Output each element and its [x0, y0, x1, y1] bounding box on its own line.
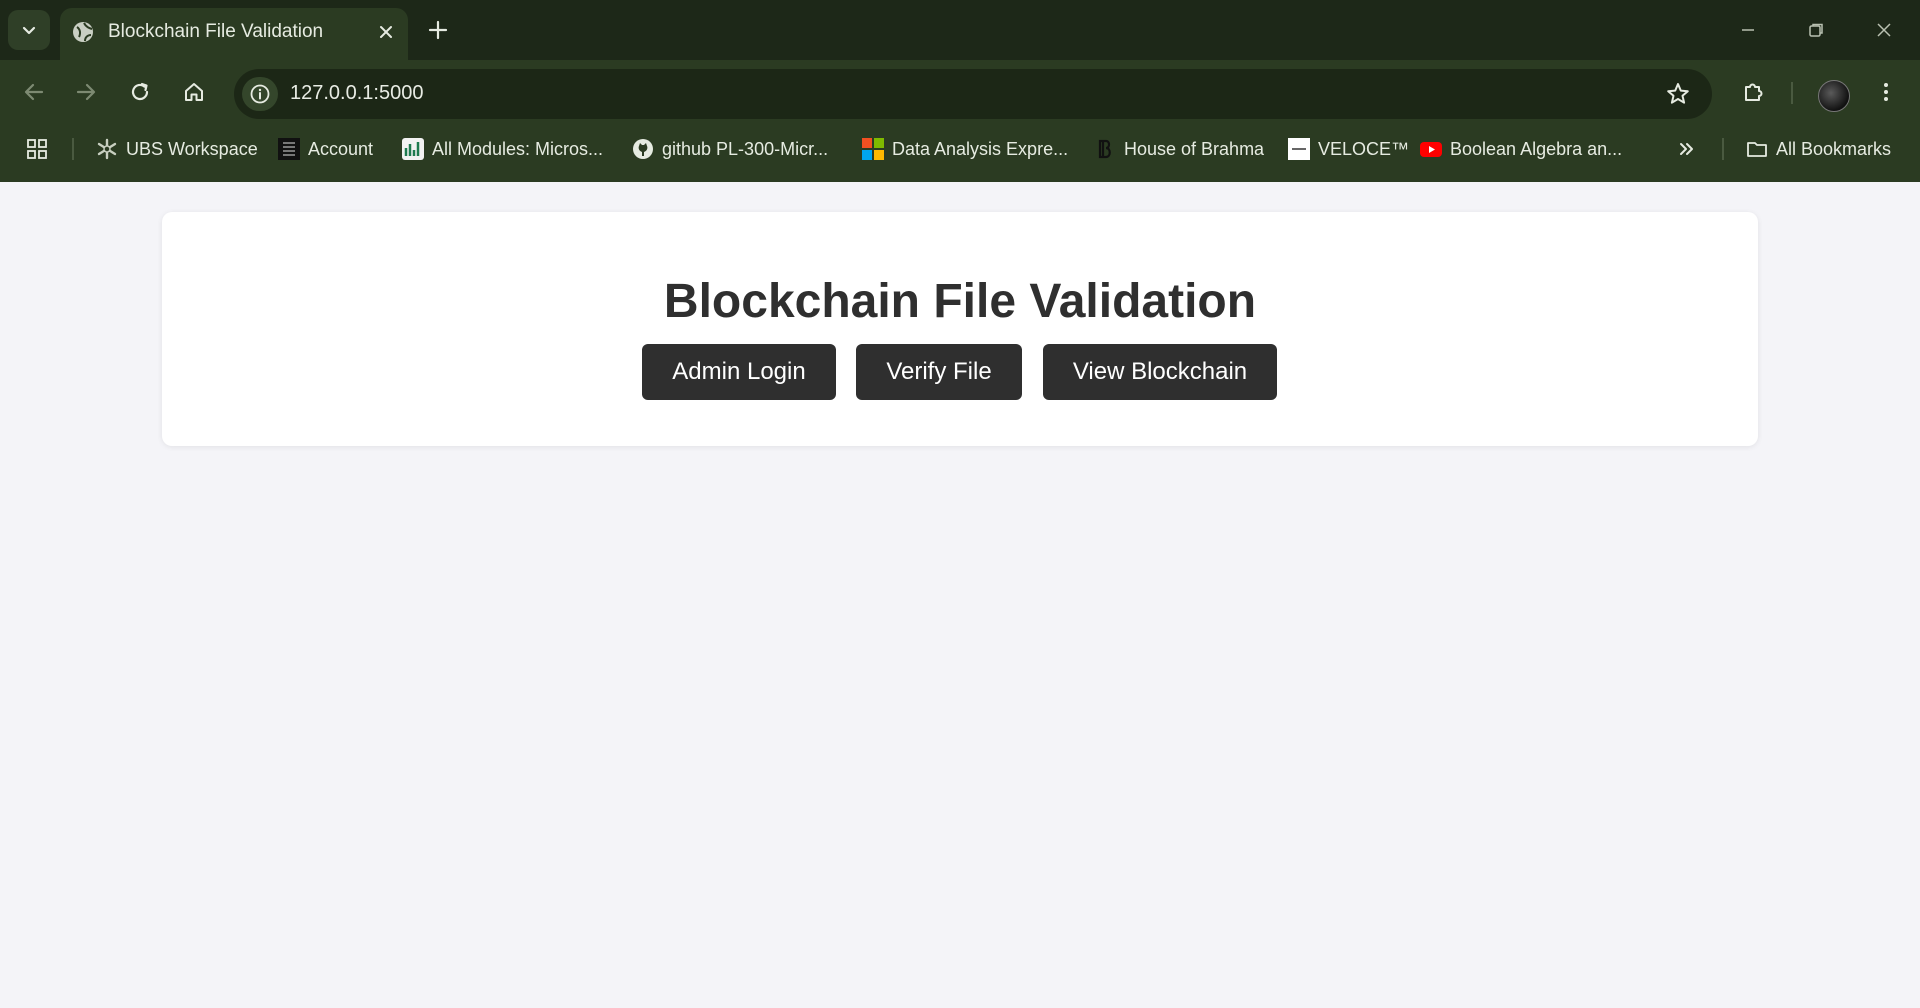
page-title: Blockchain File Validation: [663, 275, 1257, 328]
puzzle-icon: [1745, 83, 1763, 101]
house-of-bare-icon: [278, 138, 300, 160]
tab-title: Blockchain File Validation: [108, 21, 324, 42]
address-bar[interactable]: 127.0.0.1:5000: [234, 69, 1712, 119]
close-icon: [1877, 23, 1891, 37]
toolbar-divider: [1791, 82, 1793, 104]
view-blockchain-button[interactable]: View Blockchain: [1043, 344, 1277, 400]
bookmark-house-of-brahma[interactable]: House of Brahma: [1094, 134, 1264, 164]
active-tab[interactable]: Blockchain File Validation: [60, 8, 408, 60]
bookmark-boolean-algebra[interactable]: Boolean Algebra an...: [1420, 134, 1622, 164]
toolbar: 127.0.0.1:5000: [0, 60, 1920, 126]
arrow-left-icon: [24, 83, 44, 101]
home-button[interactable]: [176, 74, 212, 110]
minimize-icon: [1742, 29, 1754, 31]
arrow-right-icon: [76, 83, 96, 101]
new-tab-button[interactable]: [424, 16, 452, 44]
bookmark-veloce[interactable]: VELOCE™: [1288, 134, 1409, 164]
site-info-button[interactable]: [242, 77, 278, 111]
star-icon: [1667, 83, 1689, 104]
apps-grid-icon: [27, 139, 47, 159]
home-icon: [185, 83, 203, 101]
tab-search-button[interactable]: [8, 10, 50, 50]
folder-icon: [1747, 142, 1767, 157]
info-icon: [250, 84, 270, 104]
bookmark-account[interactable]: Account: [278, 134, 373, 164]
close-icon: [380, 26, 392, 38]
bookmark-label: House of Brahma: [1124, 138, 1265, 159]
bookmarks-divider: [72, 138, 74, 160]
profile-avatar[interactable]: [1818, 80, 1850, 112]
restore-icon: [1809, 23, 1823, 37]
bookmark-label: UBS Workspace: [126, 138, 258, 159]
minimize-button[interactable]: [1728, 14, 1768, 46]
restore-button[interactable]: [1796, 14, 1836, 46]
github-icon: [633, 139, 653, 159]
back-button[interactable]: [16, 74, 52, 110]
brahma-icon: [1098, 139, 1111, 159]
bookmark-label: github PL-300-Micr...: [662, 138, 829, 159]
bookmark-label: Account: [308, 138, 374, 159]
reload-button[interactable]: [122, 74, 158, 110]
bookmarks-divider: [1722, 138, 1724, 160]
bookmark-data-analysis[interactable]: Data Analysis Expre...: [862, 134, 1068, 164]
more-vertical-icon: [1884, 83, 1888, 101]
all-bookmarks-button[interactable]: All Bookmarks: [1746, 134, 1891, 164]
all-bookmarks-label: All Bookmarks: [1776, 138, 1892, 159]
bookmarks-overflow-button[interactable]: [1676, 134, 1698, 164]
bookmark-star-button[interactable]: [1664, 80, 1692, 108]
microsoft-icon: [862, 138, 884, 160]
apps-button[interactable]: [26, 134, 48, 164]
forward-button[interactable]: [68, 74, 104, 110]
bookmark-github[interactable]: github PL-300-Micr...: [632, 134, 828, 164]
bookmark-label: Boolean Algebra an...: [1450, 138, 1623, 159]
bookmark-ubs-workspace[interactable]: UBS Workspace: [96, 134, 258, 164]
tab-strip: Blockchain File Validation: [0, 0, 1920, 60]
bookmarks-bar: UBS Workspace Account All Modules: Micro…: [0, 126, 1920, 172]
menu-button[interactable]: [1868, 74, 1904, 110]
admin-login-button[interactable]: Admin Login: [642, 344, 836, 400]
bookmark-all-modules[interactable]: All Modules: Micros...: [402, 134, 603, 164]
ubs-icon: [97, 138, 117, 160]
reload-icon: [131, 82, 149, 101]
double-chevron-right-icon: [1680, 143, 1693, 155]
main-card: Blockchain File Validation Admin Login V…: [162, 212, 1758, 446]
bookmark-label: VELOCE™: [1318, 138, 1410, 159]
tab-close-button[interactable]: [374, 20, 398, 44]
youtube-icon: [1420, 142, 1442, 157]
extensions-button[interactable]: [1736, 74, 1772, 110]
chevron-down-icon: [22, 26, 36, 35]
bookmark-label: All Modules: Micros...: [432, 138, 604, 159]
close-window-button[interactable]: [1864, 14, 1904, 46]
modules-icon: [402, 138, 424, 160]
bookmark-label: Data Analysis Expre...: [892, 138, 1069, 159]
browser-chrome: Blockchain File Validation 127.0.0.1:500…: [0, 0, 1920, 182]
plus-icon: [428, 20, 448, 40]
veloce-icon: [1288, 138, 1310, 160]
globe-icon: [73, 22, 93, 42]
url-text[interactable]: 127.0.0.1:5000: [290, 82, 423, 105]
verify-file-button[interactable]: Verify File: [856, 344, 1022, 400]
